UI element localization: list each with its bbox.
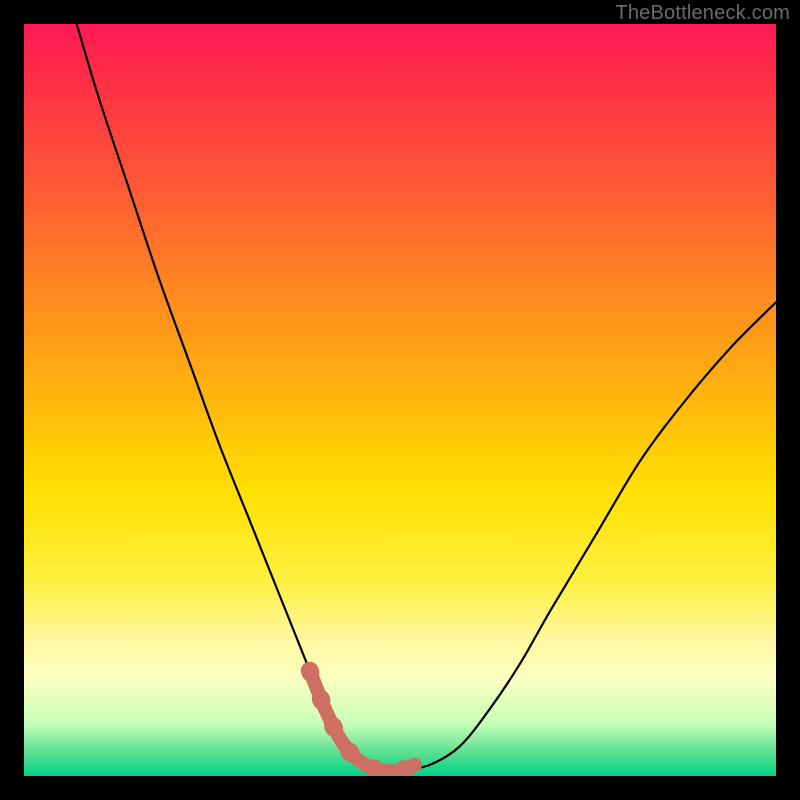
chart-svg <box>24 24 776 776</box>
chart-plot-area <box>24 24 776 776</box>
watermark-text: TheBottleneck.com <box>615 2 790 25</box>
chart-frame: TheBottleneck.com <box>0 0 800 800</box>
bottleneck-curve <box>77 24 776 771</box>
optimal-zone-highlight-core <box>310 671 415 772</box>
